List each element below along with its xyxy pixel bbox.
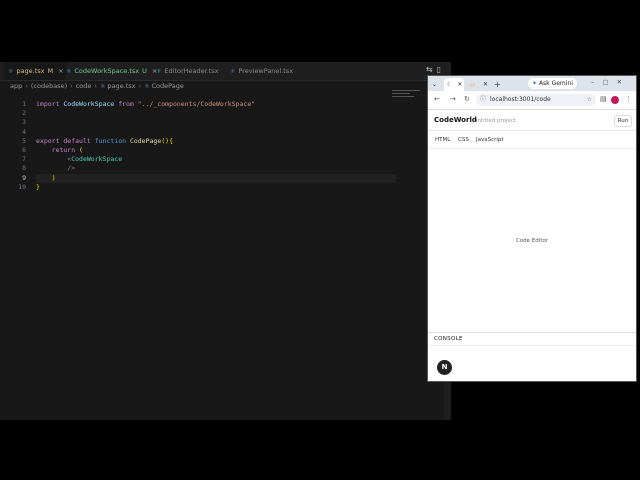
minimap[interactable] xyxy=(392,90,422,102)
tab-previewpanel-tsx[interactable]: ⚛ PreviewPanel.tsx xyxy=(230,62,300,80)
app-header: CodeWorld untitled project Run xyxy=(428,110,636,131)
close-icon[interactable]: ✕ xyxy=(483,78,488,91)
line-number: 6 xyxy=(22,145,26,154)
code-editor-placeholder[interactable]: Code Editor xyxy=(428,238,636,244)
forward-icon[interactable]: → xyxy=(450,95,456,103)
vscode-window: ⚛ page.tsx M × ⚛ CodeWorkSpace.tsx U × ⚛ Editor… xyxy=(0,62,451,420)
tab-css[interactable]: CSS xyxy=(458,137,469,143)
app-title: CodeWorld xyxy=(434,116,477,124)
address-bar[interactable]: ⓘ localhost:3001/code ☆ xyxy=(476,94,596,106)
code-line[interactable]: /> xyxy=(36,164,396,173)
browser-window: ⌄ ☾ ✕ ▭ ✕ + ✦ Ask Gemini –▢✕ ← → ↻ ⓘ loca… xyxy=(427,75,637,382)
minimize-icon[interactable]: – xyxy=(591,78,602,86)
new-tab-icon[interactable]: + xyxy=(494,78,501,91)
code-line[interactable]: export default function CodePage(){ xyxy=(36,137,396,146)
code-line[interactable] xyxy=(36,109,396,118)
react-file-icon: ⚛ xyxy=(66,68,72,75)
line-number: 1 xyxy=(22,100,26,108)
reload-icon[interactable]: ↻ xyxy=(464,95,470,103)
console-header: CONSOLE xyxy=(428,332,636,346)
line-number: 9 xyxy=(22,173,26,182)
tab-editorheader-tsx[interactable]: ⚛ EditorHeader.tsx xyxy=(156,62,226,80)
back-icon[interactable]: ← xyxy=(434,95,440,103)
chevron-right-icon: › xyxy=(25,82,28,90)
breadcrumb-item[interactable]: code xyxy=(76,82,92,90)
code-line[interactable]: return ( xyxy=(36,146,396,155)
line-number: 8 xyxy=(22,164,26,173)
browser-tab-active[interactable]: ☾ ✕ xyxy=(444,78,464,91)
tab-favicon-icon[interactable]: ▭ xyxy=(470,78,476,91)
compare-icon[interactable]: ⇆ xyxy=(426,65,437,74)
line-number: 4 xyxy=(22,127,26,136)
code-line[interactable]: <CodeWorkSpace xyxy=(36,155,396,164)
page-icon: ☾ xyxy=(447,81,453,88)
react-file-icon: ⚛ xyxy=(230,68,236,75)
gemini-icon: ✦ xyxy=(532,80,538,87)
project-name[interactable]: untitled project xyxy=(474,118,516,124)
react-file-icon: ⚛ xyxy=(156,68,162,75)
avatar[interactable] xyxy=(611,96,619,104)
kebab-menu-icon[interactable]: ⋮ xyxy=(625,95,632,103)
browser-toolbar: ← → ↻ ⓘ localhost:3001/code ☆ ▤ ⋮ xyxy=(428,91,636,110)
line-number: 7 xyxy=(22,155,26,164)
breadcrumb: app › (codebase) › code › ⚛ page.tsx › ⚛ CodePage xyxy=(10,82,184,93)
react-file-icon: ⚛ xyxy=(100,83,106,90)
line-number: 3 xyxy=(22,118,26,127)
code-line-current[interactable]: ) xyxy=(36,173,396,183)
code-line[interactable]: import CodeWorkSpace from "../_component… xyxy=(36,100,396,109)
close-icon[interactable]: ✕ xyxy=(617,78,630,86)
ask-gemini-button[interactable]: ✦ Ask Gemini xyxy=(528,78,577,89)
close-icon[interactable]: × xyxy=(58,67,63,75)
breadcrumb-item[interactable]: (codebase) xyxy=(31,82,67,90)
split-editor-icon[interactable]: ▯ xyxy=(437,65,445,74)
tab-javascript[interactable]: JavaScript xyxy=(476,137,504,143)
tab-page-tsx[interactable]: ⚛ page.tsx M × xyxy=(4,62,66,80)
bookmark-star-icon[interactable]: ☆ xyxy=(587,94,592,106)
code-line[interactable] xyxy=(36,118,396,127)
language-tabs: HTML CSS JavaScript xyxy=(428,132,636,149)
maximize-icon[interactable]: ▢ xyxy=(602,78,616,86)
tab-codeworkspace-tsx[interactable]: ⚛ CodeWorkSpace.tsx U × xyxy=(66,62,157,80)
site-info-icon[interactable]: ⓘ xyxy=(480,94,486,106)
line-number-gutter: 1 2 3 4 5 6 7 8 9 10 xyxy=(0,100,26,192)
line-number: 2 xyxy=(22,109,26,118)
line-number: 5 xyxy=(22,136,26,145)
console-label[interactable]: CONSOLE xyxy=(434,336,463,342)
chevron-right-icon: › xyxy=(70,82,73,90)
breadcrumb-item[interactable]: app xyxy=(10,82,22,90)
breadcrumb-item[interactable]: page.tsx xyxy=(107,82,135,90)
code-line[interactable]: } xyxy=(36,183,396,192)
breadcrumb-item[interactable]: CodePage xyxy=(152,82,184,90)
nextjs-dev-badge[interactable]: N xyxy=(437,360,452,375)
close-icon[interactable]: ✕ xyxy=(457,81,462,88)
chevron-right-icon: › xyxy=(138,82,142,90)
code-editor[interactable]: import CodeWorkSpace from "../_component… xyxy=(36,100,396,192)
run-button[interactable]: Run xyxy=(614,115,632,127)
tab-html[interactable]: HTML xyxy=(435,137,450,143)
browser-tab-bar: ⌄ ☾ ✕ ▭ ✕ + ✦ Ask Gemini –▢✕ xyxy=(428,76,636,91)
extension-icon[interactable]: ▤ xyxy=(600,95,607,103)
function-icon: ⚛ xyxy=(144,83,150,90)
code-line[interactable] xyxy=(36,128,396,137)
editor-tab-bar: ⚛ page.tsx M × ⚛ CodeWorkSpace.tsx U × ⚛ Editor… xyxy=(0,62,451,81)
tab-list-icon[interactable]: ⌄ xyxy=(432,78,437,91)
chevron-right-icon: › xyxy=(94,82,98,90)
line-number: 10 xyxy=(18,182,26,191)
react-file-icon: ⚛ xyxy=(8,68,14,75)
